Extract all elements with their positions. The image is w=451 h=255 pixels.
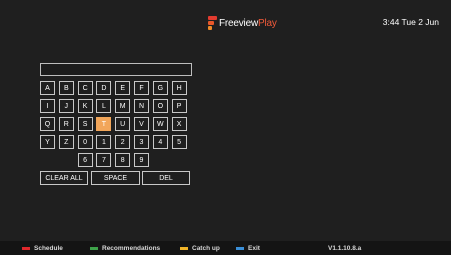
key-7[interactable]: 7 (96, 153, 112, 167)
key-w[interactable]: W (152, 117, 168, 131)
footer-label: Exit (248, 244, 260, 252)
key-0[interactable]: 0 (77, 135, 93, 149)
space-button[interactable]: SPACE (91, 171, 140, 185)
key-f[interactable]: F (134, 81, 149, 95)
clear-all-button[interactable]: CLEAR ALL (40, 171, 88, 185)
key-n[interactable]: N (134, 99, 149, 113)
footer-label: Catch up (192, 244, 220, 252)
key-e[interactable]: E (115, 81, 131, 95)
key-o[interactable]: O (152, 99, 168, 113)
key-4[interactable]: 4 (152, 135, 168, 149)
key-l[interactable]: L (96, 99, 112, 113)
header: FreeviewPlay 3:44 Tue 2 Jun (0, 0, 451, 40)
version-label: V1.1.10.8.a (328, 244, 362, 252)
green-button-icon (90, 246, 98, 250)
delete-button[interactable]: DEL (142, 171, 190, 185)
clock: 3:44 Tue 2 Jun (382, 17, 439, 27)
key-t[interactable]: T (96, 117, 112, 131)
key-5[interactable]: 5 (171, 135, 187, 149)
footer-label: Schedule (34, 244, 63, 252)
key-b[interactable]: B (58, 81, 74, 95)
key-c[interactable]: C (77, 81, 93, 95)
key-q[interactable]: Q (40, 117, 55, 131)
blue-button-icon (236, 246, 244, 250)
footer-item-recommendations[interactable]: Recommendations (90, 243, 160, 253)
key-3[interactable]: 3 (134, 135, 149, 149)
key-2[interactable]: 2 (115, 135, 131, 149)
freeview-play-logo: FreeviewPlay (208, 16, 277, 30)
key-a[interactable]: A (40, 81, 55, 95)
key-m[interactable]: M (115, 99, 131, 113)
key-h[interactable]: H (171, 81, 187, 95)
key-k[interactable]: K (77, 99, 93, 113)
key-y[interactable]: Y (40, 135, 55, 149)
footer-item-schedule[interactable]: Schedule (22, 243, 63, 253)
red-button-icon (22, 246, 30, 250)
key-z[interactable]: Z (58, 135, 74, 149)
key-d[interactable]: D (96, 81, 112, 95)
key-x[interactable]: X (171, 117, 187, 131)
footer-item-catch-up[interactable]: Catch up (180, 243, 220, 253)
footer-item-exit[interactable]: Exit (236, 243, 260, 253)
key-p[interactable]: P (171, 99, 187, 113)
logo-text: FreeviewPlay (219, 18, 277, 29)
key-6[interactable]: 6 (77, 153, 93, 167)
key-i[interactable]: I (40, 99, 55, 113)
freeview-logo-icon (208, 16, 217, 30)
yellow-button-icon (180, 246, 188, 250)
logo-word-play: Play (257, 17, 277, 29)
key-9[interactable]: 9 (134, 153, 149, 167)
search-input[interactable] (40, 63, 192, 76)
key-s[interactable]: S (77, 117, 93, 131)
key-j[interactable]: J (58, 99, 74, 113)
key-v[interactable]: V (134, 117, 149, 131)
footer-bar: Schedule Recommendations Catch up Exit V… (0, 241, 451, 255)
key-8[interactable]: 8 (115, 153, 131, 167)
key-g[interactable]: G (152, 81, 168, 95)
footer-label: Recommendations (102, 244, 161, 252)
logo-word-freeview: Freeview (219, 17, 258, 29)
key-1[interactable]: 1 (96, 135, 112, 149)
key-r[interactable]: R (58, 117, 74, 131)
key-u[interactable]: U (115, 117, 131, 131)
